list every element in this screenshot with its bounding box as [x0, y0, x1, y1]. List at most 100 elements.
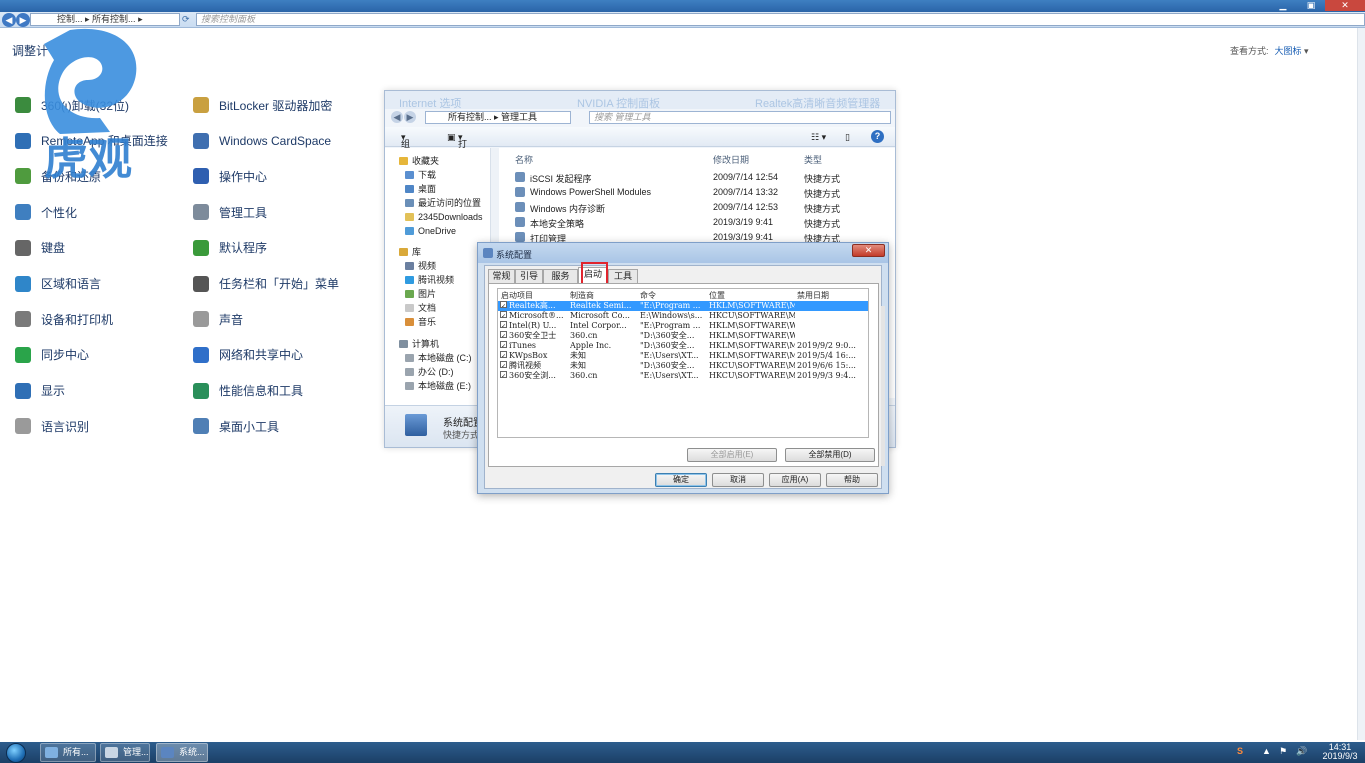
column-disabled-date[interactable]: 禁用日期	[797, 290, 829, 301]
forward-button[interactable]: ▶	[16, 13, 30, 27]
sogou-ime-icon[interactable]: S	[1237, 746, 1243, 756]
startup-row[interactable]: ✓ Intel(R) U... Intel Corpor... "E:\Program…	[498, 321, 868, 331]
tab-general[interactable]: 常规	[488, 269, 515, 283]
startup-checkbox[interactable]: ✓	[500, 351, 507, 358]
nav-item[interactable]: 文档	[405, 301, 436, 314]
startup-checkbox[interactable]: ✓	[500, 321, 507, 328]
startup-row[interactable]: ✓ Microsoft®... Microsoft Co... E:\Windows\…	[498, 311, 868, 321]
clock[interactable]: 14:31 2019/9/3	[1318, 743, 1362, 761]
enable-all-button[interactable]: 全部启用(E)	[687, 448, 777, 462]
column-command[interactable]: 命令	[640, 290, 656, 301]
explorer-search-input[interactable]: 搜索 管理工具	[589, 111, 891, 124]
column-location[interactable]: 位置	[709, 290, 725, 301]
nav-item[interactable]: 腾讯视频	[405, 273, 454, 286]
control-panel-item[interactable]: 键盘	[12, 236, 65, 260]
open-button[interactable]: ▣ 打开 ▾	[447, 132, 467, 162]
startup-row[interactable]: ✓ KWpsBox 未知 "E:\Users\XT... HKLM\SOFTWARE\M…	[498, 351, 868, 361]
view-by-dropdown[interactable]: 大图标	[1275, 46, 1302, 56]
column-name[interactable]: 名称	[515, 153, 533, 166]
file-row[interactable]: 本地安全策略 2019/3/19 9:41 快捷方式	[499, 215, 895, 230]
control-panel-item[interactable]: 语言识别	[12, 414, 89, 438]
control-panel-item[interactable]: 网络和共享中心	[190, 343, 303, 367]
nav-item[interactable]: 本地磁盘 (E:)	[405, 379, 471, 392]
tab-services[interactable]: 服务	[543, 269, 578, 283]
close-button[interactable]: ✕	[1325, 0, 1365, 11]
file-row[interactable]: Windows PowerShell Modules 2009/7/14 13:3…	[499, 185, 895, 200]
refresh-icon[interactable]: ⟳	[182, 13, 194, 26]
startup-checkbox[interactable]: ✓	[500, 361, 507, 368]
back-button[interactable]: ◀	[2, 13, 16, 27]
search-input[interactable]: 搜索控制面板	[196, 13, 1365, 26]
preview-pane-icon[interactable]: ▯	[845, 132, 850, 143]
startup-row[interactable]: ✓ iTunes Apple Inc. "D:\360安全... HKLM\SOFTWA…	[498, 341, 868, 351]
control-panel-item[interactable]: 管理工具	[190, 200, 267, 224]
control-panel-item[interactable]: Windows CardSpace	[190, 129, 331, 153]
startup-row[interactable]: ✓ Realtek高... Realtek Semi... "E:\Program .…	[498, 301, 868, 311]
explorer-address-bar[interactable]: 所有控制... ▸ 管理工具	[425, 111, 571, 124]
file-row[interactable]: iSCSI 发起程序 2009/7/14 12:54 快捷方式	[499, 170, 895, 185]
control-panel-item[interactable]: 桌面小工具	[190, 414, 279, 438]
control-panel-item[interactable]: 任务栏和「开始」菜单	[190, 272, 339, 296]
control-panel-item[interactable]: 性能信息和工具	[190, 379, 303, 403]
apply-button[interactable]: 应用(A)	[769, 473, 821, 487]
startup-checkbox[interactable]: ✓	[500, 371, 507, 378]
column-date[interactable]: 修改日期	[713, 153, 749, 166]
nav-item[interactable]: 最近访问的位置	[405, 196, 481, 209]
control-panel-item[interactable]: 个性化	[12, 200, 77, 224]
nav-item[interactable]: 桌面	[405, 182, 436, 195]
control-panel-item[interactable]: 默认程序	[190, 236, 267, 260]
maximize-button[interactable]: ▣	[1297, 0, 1325, 11]
control-panel-item[interactable]: 设备和打印机	[12, 307, 113, 331]
control-panel-item[interactable]: 操作中心	[190, 164, 267, 188]
volume-icon[interactable]: 🔊	[1296, 746, 1307, 757]
startup-row[interactable]: ✓ 360安全卫士 360.cn "D:\360安全... HKLM\SOFTWARE\…	[498, 331, 868, 341]
show-hidden-icons-icon[interactable]: ▲	[1262, 746, 1271, 756]
startup-row[interactable]: ✓ 360安全浏... 360.cn "E:\Users\XT... HKCU\SOFT…	[498, 371, 868, 381]
tab-tools[interactable]: 工具	[608, 269, 638, 283]
disable-all-button[interactable]: 全部禁用(D)	[785, 448, 875, 462]
nav-item[interactable]: 2345Downloads	[405, 210, 483, 223]
main-scrollbar[interactable]	[1357, 28, 1365, 740]
column-manufacturer[interactable]: 制造商	[570, 290, 594, 301]
nav-item[interactable]: 办公 (D:)	[405, 365, 454, 378]
nav-item[interactable]: 视频	[405, 259, 436, 272]
startup-checkbox[interactable]: ✓	[500, 301, 507, 308]
view-options-icon[interactable]: ☷ ▾	[811, 132, 826, 143]
file-row[interactable]: Windows 内存诊断 2009/7/14 12:53 快捷方式	[499, 200, 895, 215]
taskbar-button-msconfig[interactable]: 系统...	[156, 743, 208, 762]
help-icon[interactable]: ?	[871, 130, 884, 143]
control-panel-item[interactable]: 同步中心	[12, 343, 89, 367]
control-panel-item[interactable]: 显示	[12, 379, 65, 403]
control-panel-item[interactable]: 声音	[190, 307, 243, 331]
action-center-flag-icon[interactable]: ⚑	[1279, 746, 1287, 757]
start-button[interactable]	[6, 743, 26, 763]
back-button[interactable]: ◀	[391, 111, 403, 123]
taskbar-button-control-panel[interactable]: 所有...	[40, 743, 96, 762]
dialog-close-button[interactable]: ✕	[852, 244, 885, 257]
breadcrumb-segment[interactable]: 管理工具	[501, 112, 537, 122]
minimize-button[interactable]: ▁	[1269, 0, 1297, 11]
startup-checkbox[interactable]: ✓	[500, 311, 507, 318]
column-startup-item[interactable]: 启动项目	[501, 290, 533, 301]
tab-boot[interactable]: 引导	[515, 269, 543, 283]
nav-item[interactable]: 音乐	[405, 315, 436, 328]
nav-item[interactable]: 本地磁盘 (C:)	[405, 351, 472, 364]
breadcrumb-segment[interactable]: 控制...	[57, 14, 83, 24]
nav-item[interactable]: 下载	[405, 168, 436, 181]
startup-checkbox[interactable]: ✓	[500, 341, 507, 348]
panel-scrollbar[interactable]	[881, 306, 885, 466]
control-panel-item[interactable]: 区域和语言	[12, 272, 101, 296]
startup-checkbox[interactable]: ✓	[500, 331, 507, 338]
organize-button[interactable]: 组织 ▾	[401, 132, 410, 162]
cancel-button[interactable]: 取消	[712, 473, 764, 487]
nav-item[interactable]: 图片	[405, 287, 436, 300]
ok-button[interactable]: 确定	[655, 473, 707, 487]
nav-item[interactable]: 计算机	[399, 337, 439, 350]
startup-row[interactable]: ✓腾讯视频 未知 "D:\360安全... HKCU\SOFTWARE\Mi...20…	[498, 361, 868, 371]
breadcrumb-segment[interactable]: 所有控制...	[448, 112, 492, 122]
dialog-titlebar[interactable]: 系统配置 ✕	[478, 243, 888, 263]
taskbar-button-admin-tools[interactable]: 管理...	[100, 743, 150, 762]
nav-item[interactable]: OneDrive	[405, 224, 456, 237]
breadcrumb-segment[interactable]: 所有控制...	[92, 14, 136, 24]
control-panel-item[interactable]: BitLocker 驱动器加密	[190, 93, 332, 117]
